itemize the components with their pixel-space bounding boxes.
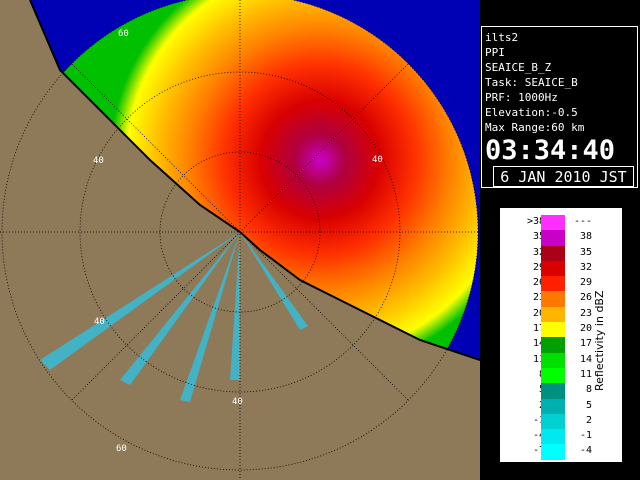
legend-swatch — [541, 276, 565, 292]
legend-row: -7 -4 — [509, 444, 592, 460]
legend-row: 26 29 — [509, 276, 592, 292]
legend-row: -1 2 — [509, 413, 592, 430]
legend-high-value: --- — [573, 216, 592, 227]
legend-row: >38 --- — [509, 215, 592, 231]
info-panel: ilts2 PPI SEAICE_B_Z Task: SEAICE_B PRF:… — [481, 26, 638, 188]
range-label: 40 — [93, 156, 104, 166]
legend-high-value: 17 — [579, 338, 592, 350]
task-name: Task: SEAICE_B — [485, 76, 578, 89]
legend-row: -4 -1 — [509, 429, 592, 445]
legend-swatch — [541, 352, 565, 368]
legend-swatch — [541, 306, 565, 323]
color-legend: >38 --- 35 38 32 35 29 32 26 29 23 26 20 23 17 20 14 17 11… — [500, 208, 622, 462]
legend-row: 58 — [509, 383, 592, 399]
legend-title: Reflectivity in dBZ — [593, 290, 606, 392]
legend-high-value: 32 — [579, 261, 592, 273]
legend-row: 25 — [509, 398, 592, 414]
legend-swatch — [541, 260, 565, 277]
legend-row: 20 23 — [509, 306, 592, 323]
scan-mode: PPI — [485, 46, 505, 59]
legend-row: 14 17 — [509, 337, 592, 353]
legend-high-value: 5 — [585, 399, 592, 411]
legend-high-value: 26 — [579, 292, 592, 304]
radar-ppi-display[interactable]: 60 40 40 40 40 60 — [0, 0, 480, 480]
legend-swatch — [541, 215, 565, 231]
range-label: 40 — [94, 317, 105, 327]
range-label: 60 — [118, 29, 129, 39]
legend-swatch — [541, 230, 565, 246]
legend-high-value: 8 — [585, 384, 592, 396]
legend-high-value: 20 — [579, 323, 592, 335]
legend-row: 23 26 — [509, 291, 592, 307]
legend-high-value: 29 — [579, 277, 592, 289]
legend-row: 11 14 — [509, 352, 592, 368]
range-label: 40 — [372, 155, 383, 165]
range-label: 40 — [232, 397, 243, 407]
legend-high-value: -1 — [579, 430, 592, 442]
legend-row: 35 38 — [509, 230, 592, 246]
radar-name: ilts2 — [485, 31, 519, 44]
legend-swatch — [541, 413, 565, 430]
legend-swatch — [541, 337, 565, 353]
legend-high-value: 23 — [579, 307, 592, 319]
legend-rows: >38 --- 35 38 32 35 29 32 26 29 23 26 20 23 17 20 14 17 11… — [509, 215, 592, 460]
legend-row: 17 20 — [509, 322, 592, 338]
max-range-value: Max Range:60 km — [485, 121, 585, 134]
legend-high-value: 11 — [579, 368, 592, 380]
prf-value: PRF: 1000Hz — [485, 91, 558, 104]
legend-swatch — [541, 245, 565, 261]
legend-high-value: 35 — [579, 246, 592, 258]
legend-swatch — [541, 444, 565, 460]
legend-swatch — [541, 429, 565, 445]
legend-swatch — [541, 398, 565, 414]
elevation-value: Elevation:-0.5 — [485, 106, 578, 119]
legend-high-value: 14 — [579, 353, 592, 365]
legend-swatch — [541, 367, 565, 384]
legend-high-value: -4 — [579, 445, 592, 457]
legend-swatch — [541, 322, 565, 338]
legend-high-value: 38 — [579, 231, 592, 243]
legend-row: 32 35 — [509, 245, 592, 261]
legend-swatch — [541, 383, 565, 399]
legend-high-value: 2 — [585, 414, 592, 426]
clock-date: 6 JAN 2010 JST — [493, 166, 634, 187]
legend-row: 811 — [509, 367, 592, 384]
clock-time: 03:34:40 — [485, 135, 616, 166]
product-name: SEAICE_B_Z — [485, 61, 552, 74]
legend-row: 29 32 — [509, 260, 592, 277]
range-label: 60 — [116, 444, 127, 454]
legend-swatch — [541, 291, 565, 307]
